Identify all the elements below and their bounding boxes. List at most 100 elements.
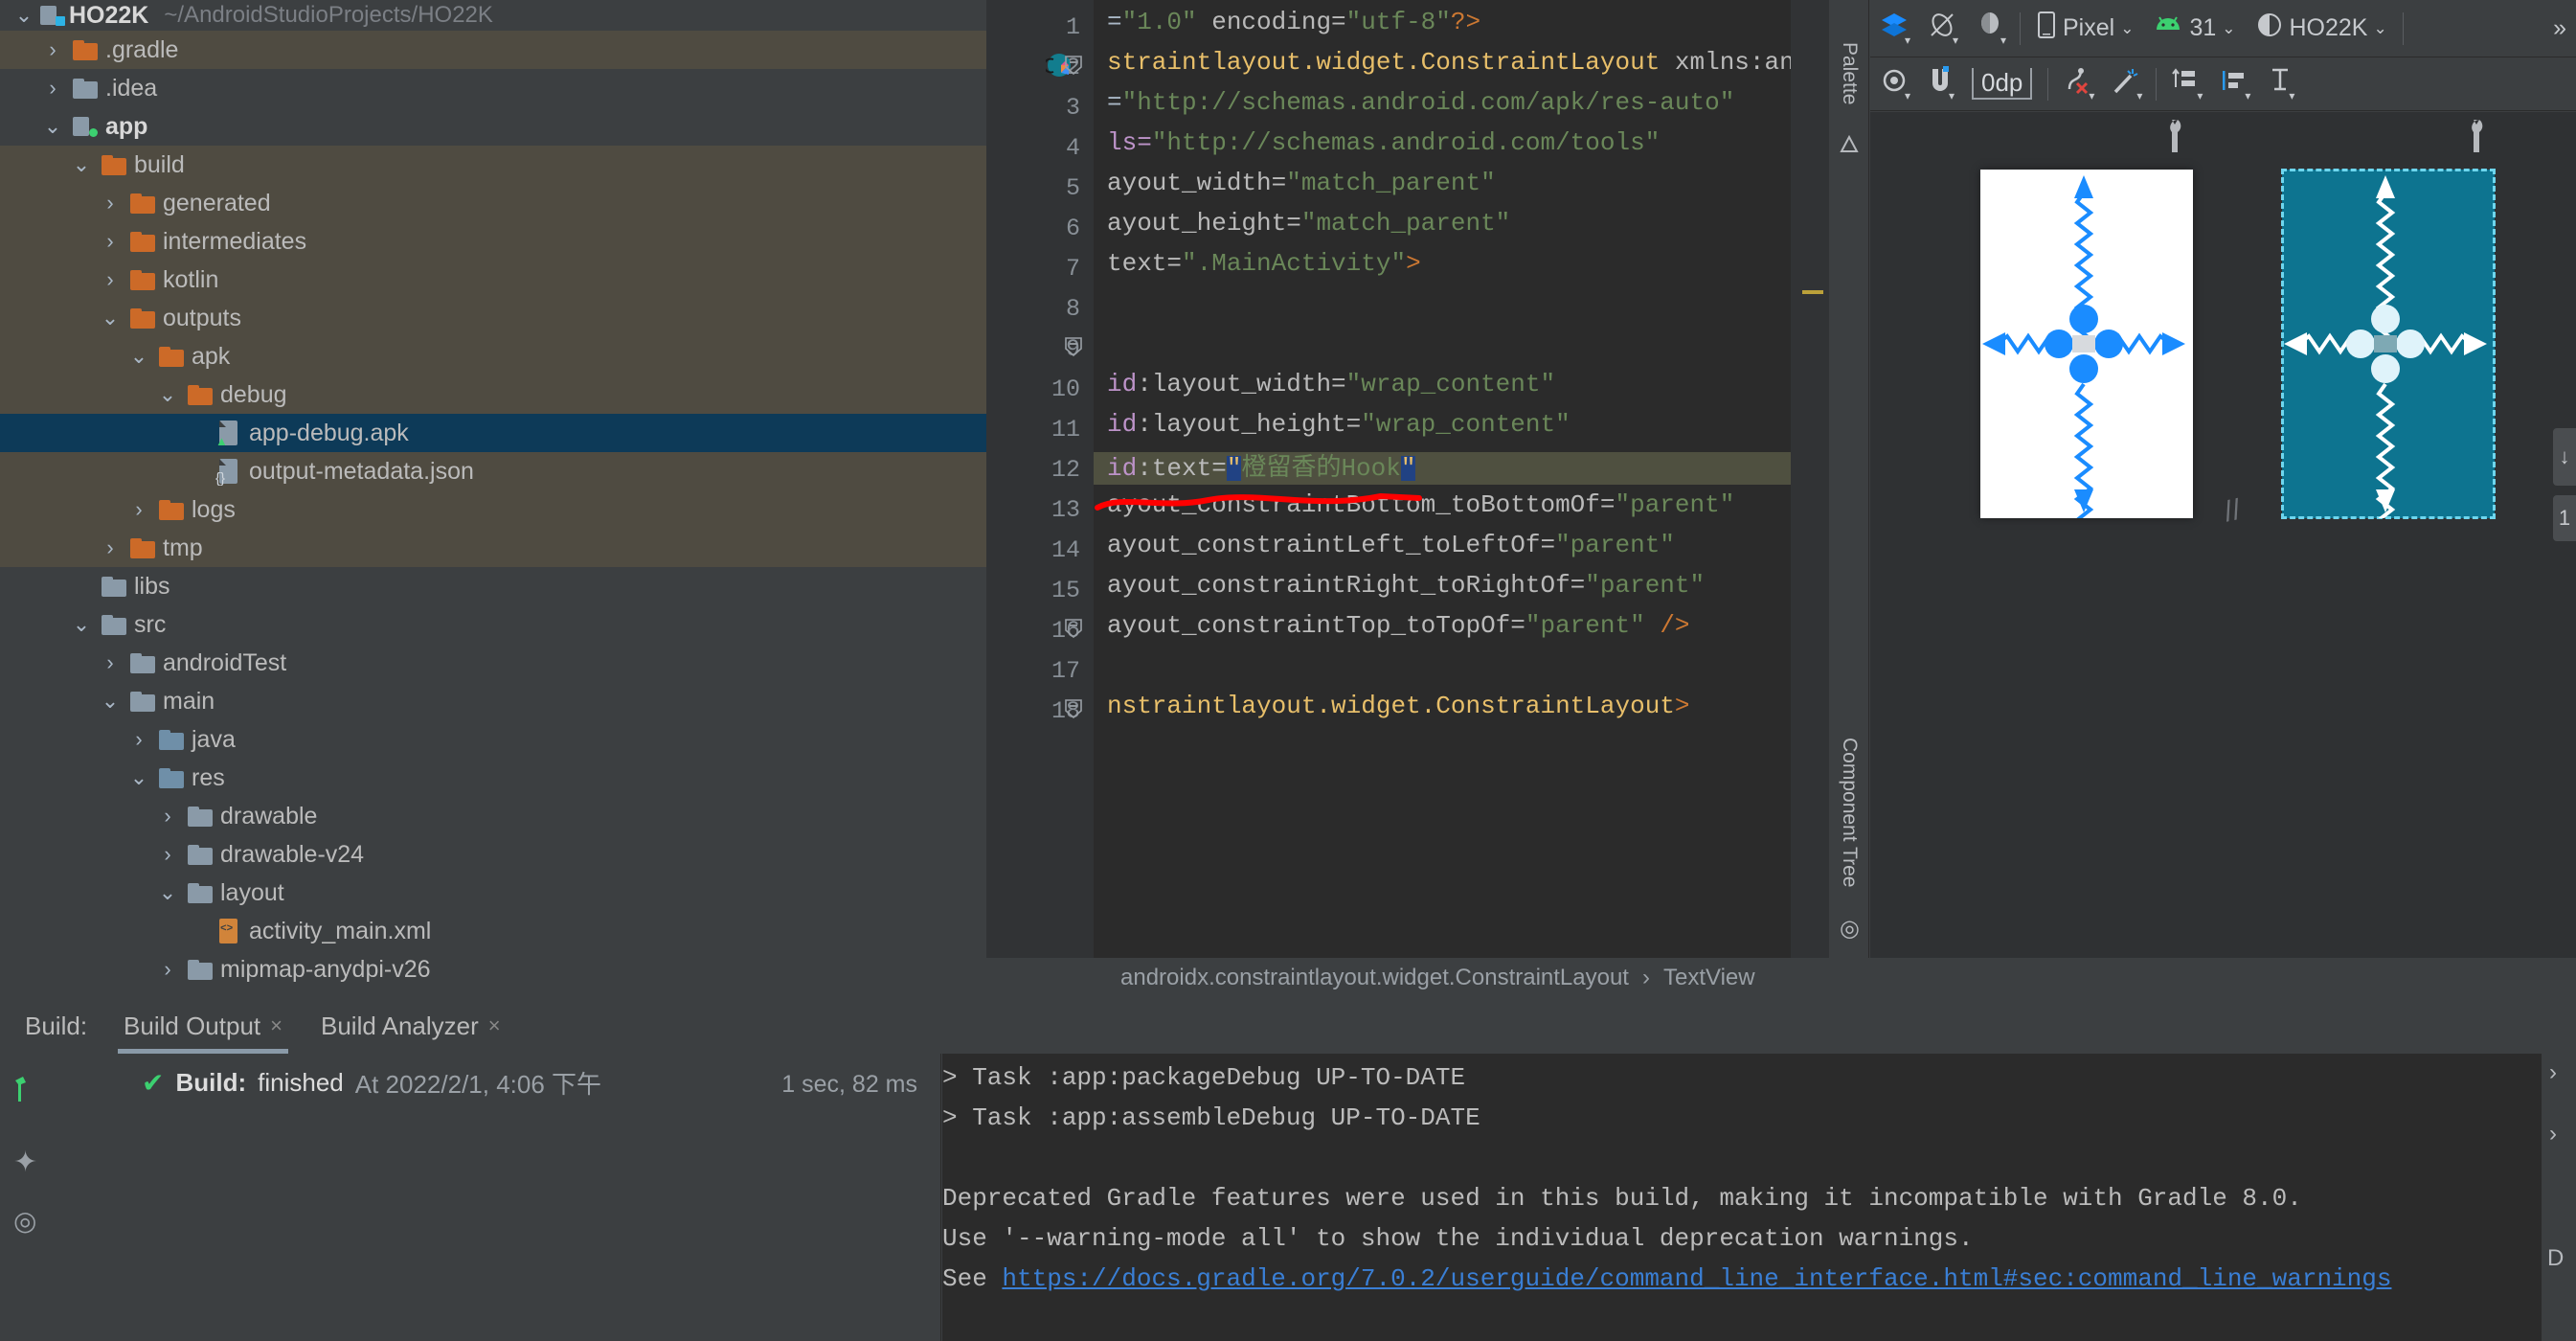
- tree-item-logs[interactable]: › logs: [0, 490, 986, 529]
- tree-item-main[interactable]: ⌄ main: [0, 682, 986, 720]
- blueprint-device-screen[interactable]: [2281, 169, 2496, 519]
- tree-item-intermediates[interactable]: › intermediates: [0, 222, 986, 261]
- chevron-down-icon[interactable]: ⌄: [94, 307, 126, 329]
- tree-item-generated[interactable]: › generated: [0, 184, 986, 222]
- code-line-15[interactable]: ayout_constraintRight_toRightOf="parent": [1107, 573, 1705, 598]
- editor-scrollbar[interactable]: [1791, 0, 1829, 958]
- tree-item-kotlin[interactable]: › kotlin: [0, 261, 986, 299]
- build-output-tree[interactable]: ✔ Build: finished At 2022/2/1, 4:06 下午 1…: [56, 1054, 941, 1341]
- console-right-rail[interactable]: › › D: [2542, 1054, 2576, 1341]
- code-line-18[interactable]: nstraintlayout.widget.ConstraintLayout>: [1107, 693, 1690, 718]
- chevron-down-icon[interactable]: ⌄: [2222, 19, 2235, 38]
- infer-constraints[interactable]: ▾: [2102, 57, 2150, 110]
- chevron-right-icon[interactable]: ›: [36, 39, 69, 60]
- gradle-docs-link[interactable]: https://docs.gradle.org/7.0.2/userguide/…: [1002, 1264, 2391, 1293]
- code-line-10[interactable]: id:layout_width="wrap_content": [1107, 372, 1555, 397]
- build-console[interactable]: > Task :app:packageDebug UP-TO-DATE > Tas…: [942, 1054, 2542, 1341]
- tree-item-debug[interactable]: ⌄ debug: [0, 375, 986, 414]
- view-options[interactable]: ▾: [1870, 57, 1918, 110]
- chevron-down-icon[interactable]: ⌄: [151, 384, 184, 405]
- code-line-6[interactable]: ayout_height="match_parent": [1107, 211, 1510, 236]
- tree-item-src[interactable]: ⌄ src: [0, 605, 986, 644]
- design-preview-panel[interactable]: Palette Component Tree ◎ ▾ ▾ ▾ Pixel ⌄ 31…: [1829, 0, 2576, 996]
- chevron-right-icon[interactable]: ›: [151, 959, 184, 980]
- guidelines[interactable]: ▾: [2258, 57, 2302, 110]
- pack-align[interactable]: ▾: [2162, 57, 2210, 110]
- warning-marker[interactable]: [1802, 290, 1823, 294]
- design-toolbar-row2[interactable]: ▾ ▾ 0dp ▾ ▾ ▾ ▾ ▾: [1870, 57, 2576, 111]
- tree-item-app-debug-apk[interactable]: ▲ app-debug.apk: [0, 414, 986, 452]
- project-tree-panel[interactable]: ⌄ HO22K ~/AndroidStudioProjects/HO22K › …: [0, 0, 986, 996]
- breadcrumb-item-leaf[interactable]: TextView: [1663, 965, 1755, 991]
- close-icon[interactable]: ×: [270, 1013, 282, 1038]
- close-icon[interactable]: ×: [488, 1013, 501, 1038]
- tree-item-build[interactable]: ⌄ build: [0, 146, 986, 184]
- code-line-11[interactable]: id:layout_height="wrap_content": [1107, 412, 1570, 437]
- chevron-right-icon[interactable]: ›: [36, 78, 69, 99]
- clear-constraints[interactable]: ▾: [2054, 57, 2102, 110]
- code-line-4[interactable]: ls="http://schemas.android.com/tools": [1107, 130, 1660, 155]
- tree-item-app[interactable]: ⌄ app: [0, 107, 986, 146]
- tree-item-apk[interactable]: ⌄ apk: [0, 337, 986, 375]
- chevron-right-icon[interactable]: ›: [123, 499, 155, 520]
- palette-tab[interactable]: Palette: [1838, 42, 1861, 104]
- code-line-13[interactable]: ayout_constraintBottom_toBottomOf="paren…: [1107, 492, 1734, 517]
- wrench-icon[interactable]: [2162, 120, 2187, 160]
- autoconnect-toggle[interactable]: ▾: [1918, 57, 1962, 110]
- code-line-2[interactable]: straintlayout.widget.ConstraintLayout xm…: [1107, 50, 1791, 75]
- api-select[interactable]: 31 ⌄: [2143, 0, 2245, 57]
- chevron-down-icon[interactable]: ⌄: [123, 346, 155, 367]
- design-left-rail[interactable]: Palette Component Tree ◎: [1829, 0, 1869, 958]
- tree-item-java[interactable]: › java: [0, 720, 986, 759]
- design-mode-select[interactable]: ▾: [1870, 0, 1918, 57]
- chevron-right-icon[interactable]: ›: [94, 269, 126, 290]
- canvas-zoom-out-button[interactable]: 1: [2553, 495, 2576, 541]
- theme-name-select[interactable]: HO22K ⌄: [2246, 0, 2397, 57]
- code-fold-toggle[interactable]: [1065, 619, 1082, 639]
- wrench-icon-blueprint[interactable]: [2464, 120, 2489, 160]
- chevron-down-icon[interactable]: ⌄: [2120, 19, 2134, 38]
- tree-item--gradle[interactable]: › .gradle: [0, 31, 986, 69]
- chevron-down-icon[interactable]: ⌄: [94, 691, 126, 712]
- chevron-down-icon[interactable]: ⌄: [65, 154, 98, 175]
- code-line-5[interactable]: ayout_width="match_parent": [1107, 170, 1496, 195]
- build-left-rail[interactable]: ✦ ◎: [0, 1054, 56, 1341]
- code-line-3[interactable]: ="http://schemas.android.com/apk/res-aut…: [1107, 90, 1734, 115]
- code-editor-panel[interactable]: 12 3456789 10 11 12 13 14 15 16 17 18 ="1.0" en…: [986, 0, 1829, 996]
- default-margin[interactable]: 0dp: [1962, 57, 2042, 110]
- tree-item-outputs[interactable]: ⌄ outputs: [0, 299, 986, 337]
- chevron-down-icon[interactable]: ⌄: [8, 5, 40, 26]
- tree-item-mipmap-anydpi-v26[interactable]: › mipmap-anydpi-v26: [0, 950, 986, 989]
- chevron-right-icon[interactable]: ›: [94, 652, 126, 673]
- code-line-14[interactable]: ayout_constraintLeft_toLeftOf="parent": [1107, 533, 1675, 557]
- chevron-down-icon[interactable]: ⌄: [36, 116, 69, 137]
- tree-root-row[interactable]: ⌄ HO22K ~/AndroidStudioProjects/HO22K: [0, 0, 986, 31]
- tree-item-activity-main-xml[interactable]: activity_main.xml: [0, 912, 986, 950]
- build-tool-window[interactable]: Build: Build Output × Build Analyzer × ✦ ◎ …: [0, 998, 2576, 1341]
- code-fold-toggle[interactable]: [1065, 56, 1082, 76]
- jump-to-source-icon[interactable]: [13, 1075, 40, 1108]
- tree-item-libs[interactable]: libs: [0, 567, 986, 605]
- code-line-16[interactable]: ayout_constraintTop_toTopOf="parent" />: [1107, 613, 1690, 638]
- build-tab-build-output[interactable]: Build Output ×: [104, 998, 302, 1054]
- code-fold-toggle[interactable]: [1065, 337, 1082, 357]
- design-canvas[interactable]: // ↓ 1: [1870, 112, 2576, 958]
- tree-item-res[interactable]: ⌄ res: [0, 759, 986, 797]
- chevron-right-icon[interactable]: ›: [151, 844, 184, 865]
- tree-item-drawable-v24[interactable]: › drawable-v24: [0, 835, 986, 874]
- code-line-1[interactable]: ="1.0" encoding="utf-8"?>: [1107, 10, 1480, 34]
- component-tree-tab[interactable]: Component Tree: [1838, 738, 1861, 887]
- toolbar-overflow-button[interactable]: »: [2543, 0, 2576, 57]
- editor-code-area[interactable]: ="1.0" encoding="utf-8"?> straintlayout.w…: [1094, 0, 1791, 958]
- canvas-zoom-in-button[interactable]: ↓: [2553, 428, 2576, 486]
- chevron-right-icon[interactable]: ›: [151, 806, 184, 827]
- design-device-screen[interactable]: [1980, 170, 2193, 518]
- tree-item-androidtest[interactable]: › androidTest: [0, 644, 986, 682]
- chevron-down-icon[interactable]: ⌄: [151, 882, 184, 903]
- align-horizontal[interactable]: ▾: [2210, 57, 2258, 110]
- chevron-right-icon[interactable]: ›: [123, 729, 155, 750]
- chevron-down-icon[interactable]: ⌄: [123, 767, 155, 788]
- resize-handle-icon[interactable]: //: [2222, 494, 2244, 530]
- design-toolbar-row1[interactable]: ▾ ▾ ▾ Pixel ⌄ 31 ⌄ HO22K ⌄ »: [1870, 0, 2576, 57]
- tree-item-layout[interactable]: ⌄ layout: [0, 874, 986, 912]
